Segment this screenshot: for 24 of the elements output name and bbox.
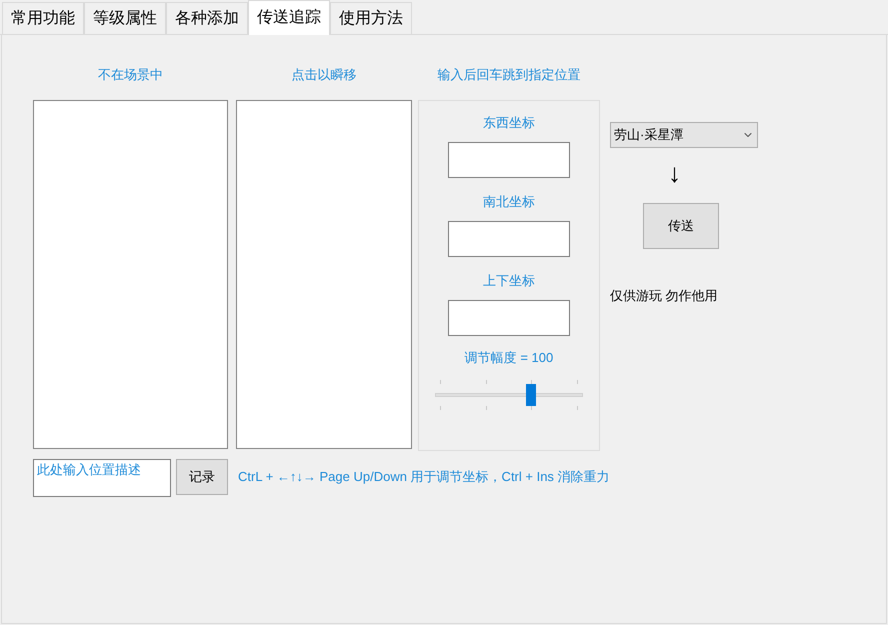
notice-text: 仅供游玩 勿作他用 [610,287,719,305]
field-label: 上下坐标 [483,272,535,289]
coords-caption: 输入后回车跳到指定位置 [438,66,580,84]
coordinate-field[interactable] [448,300,570,336]
tab[interactable]: 传送追踪 [248,0,330,35]
field-label: 东西坐标 [483,114,535,131]
list-caption: 不在场景中 [98,66,163,84]
tab[interactable]: 各种添加 [166,2,248,34]
field-label: 南北坐标 [483,193,535,210]
teleport-button[interactable]: 传送 [643,203,719,249]
record-button[interactable]: 记录 [176,459,228,495]
step-label: 调节幅度 = 100 [464,349,554,367]
step-slider[interactable] [435,378,583,412]
tab[interactable]: 等级属性 [84,2,166,34]
down-arrow: ↓ [668,158,681,188]
list-caption: 点击以瞬移 [292,66,356,84]
tab[interactable]: 常用功能 [2,2,84,34]
location-dropdown[interactable]: 劳山·采星潭 [610,122,758,148]
description-field[interactable]: 此处输入位置描述 [33,459,171,497]
tab[interactable]: 使用方法 [330,2,412,34]
coordinate-field[interactable] [448,221,570,257]
coordinate-field[interactable] [448,142,570,178]
hint-text: CtrL + ←↑↓→ Page Up/Down 用于调节坐标，Ctrl + Ins 消除重力 [238,468,610,486]
slider-thumb[interactable] [526,384,536,406]
